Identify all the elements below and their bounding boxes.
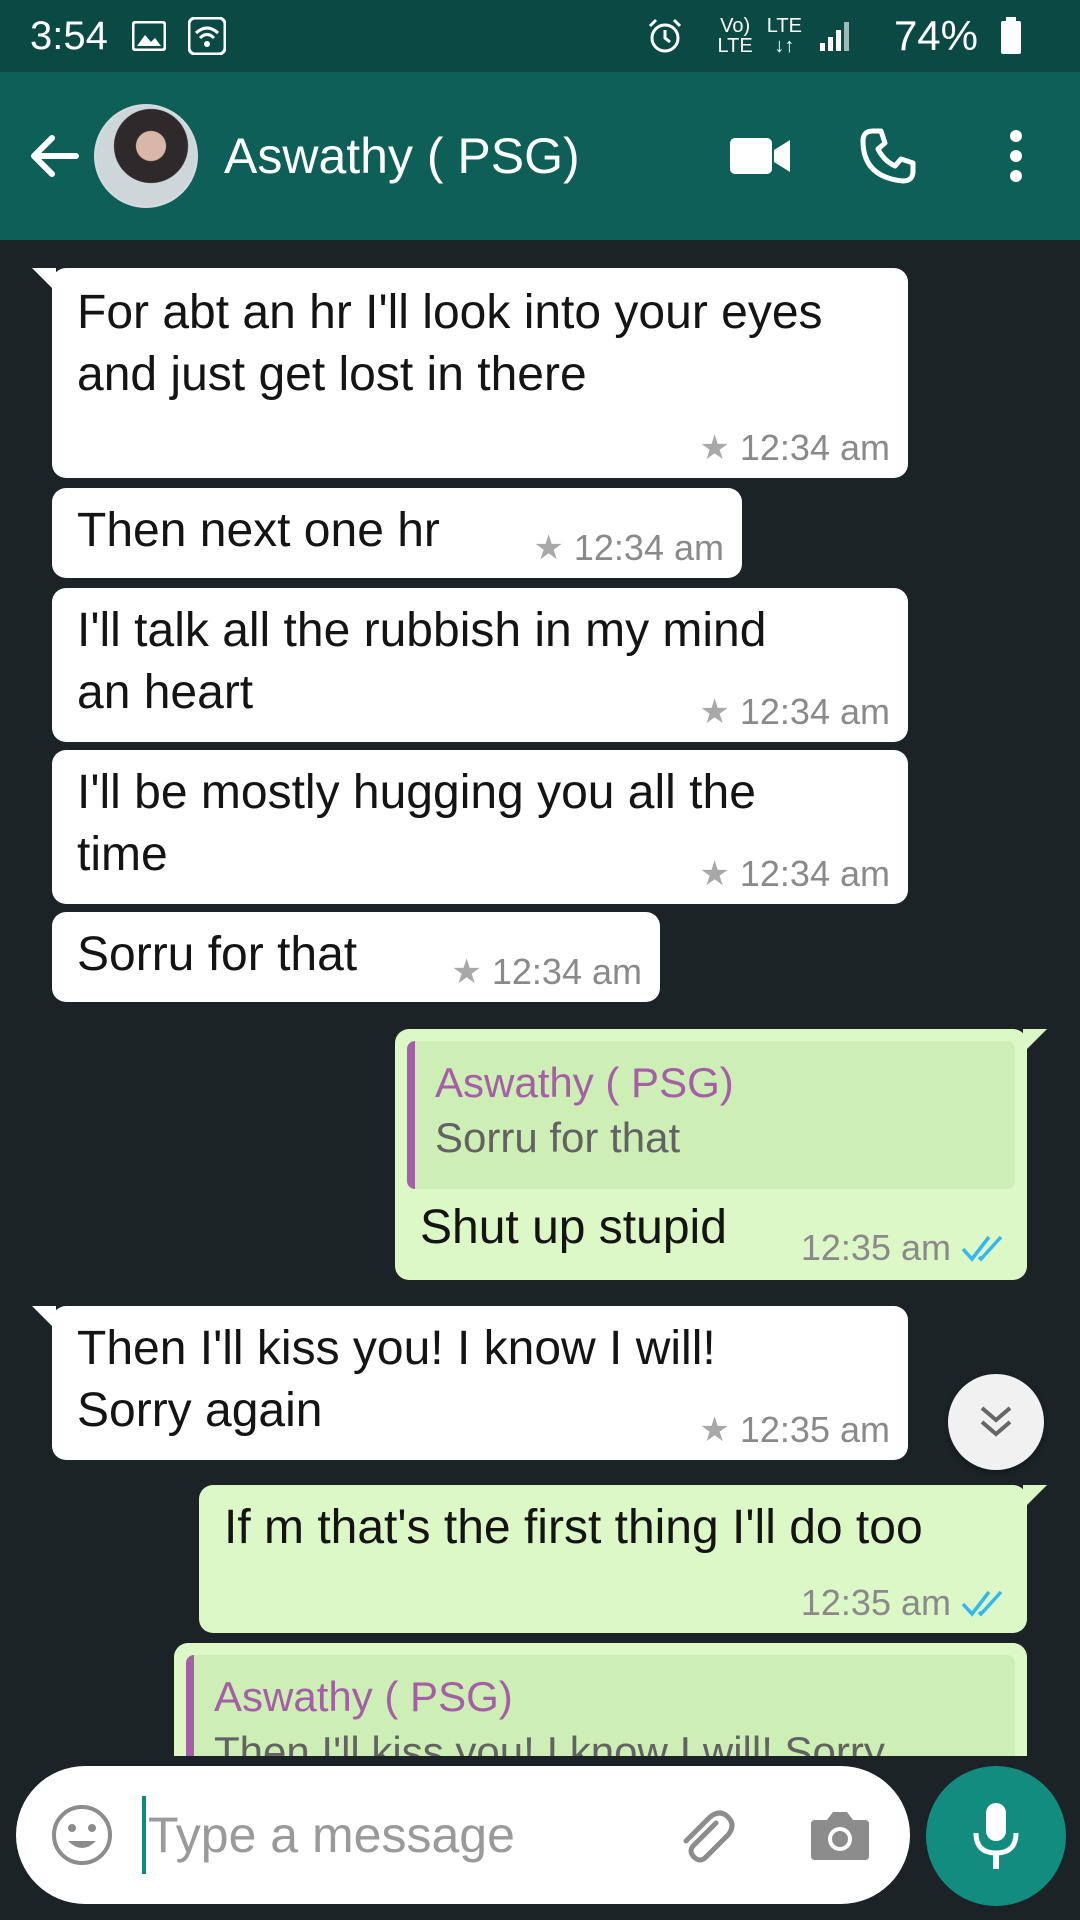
camera-button[interactable]: [804, 1799, 876, 1871]
quoted-text: Then I'll kiss you! I know I will! Sorry: [214, 1728, 885, 1756]
bubble-tail: [32, 268, 56, 292]
star-icon: ★: [451, 953, 482, 991]
quoted-sender: Aswathy ( PSG): [214, 1673, 513, 1720]
attach-button[interactable]: [668, 1799, 740, 1871]
lte-indicator: LTE ↓↑: [767, 16, 802, 56]
contact-avatar[interactable]: [94, 104, 198, 208]
star-icon: ★: [533, 529, 564, 567]
microphone-icon: [973, 1803, 1019, 1869]
emoji-icon: [52, 1805, 112, 1865]
emoji-button[interactable]: [46, 1799, 118, 1871]
outgoing-message[interactable]: Aswathy ( PSG) Sorru for that Shut up st…: [395, 1029, 1047, 1280]
message-time: 12:35 am: [800, 1582, 951, 1623]
message-time: 12:34 am: [739, 691, 890, 732]
double-chevron-down-icon: [980, 1406, 1012, 1437]
message-time: 12:34 am: [491, 951, 642, 992]
message-meta: ★ 12:34 am: [451, 951, 642, 992]
data-arrows-icon: ↓↑: [774, 35, 795, 57]
incoming-message[interactable]: For abt an hr I'll look into your eyes a…: [32, 268, 908, 478]
message-text: For abt an hr I'll look into your eyes a…: [77, 282, 883, 406]
message-line: Then I'll kiss you! I know I will!: [77, 1322, 716, 1375]
chat-screen: 3:54 Vo) LTE LTE ↓↑ 74% Aswathy (PSG) F…: [0, 0, 1080, 1920]
incoming-message[interactable]: Then next one hr ★ 12:34 am: [52, 488, 742, 578]
star-icon: ★: [699, 693, 730, 731]
message-meta: ★ 12:35 am: [699, 1409, 890, 1450]
message-meta: ★ 12:34 am: [699, 691, 890, 732]
text-cursor: [142, 1796, 146, 1874]
battery-percent: 74%: [893, 12, 978, 59]
bubble-tail: [1023, 1029, 1047, 1053]
star-icon: ★: [699, 429, 730, 467]
volte-label-bottom: LTE: [717, 35, 753, 57]
phone-icon: [860, 128, 916, 184]
incoming-message[interactable]: I'll be mostly hugging you all the time …: [52, 750, 908, 904]
message-meta: ★ 12:34 am: [699, 853, 890, 894]
quoted-message[interactable]: Aswathy ( PSG) Then I'll kiss you! I kno…: [186, 1655, 1015, 1756]
message-list[interactable]: For abt an hr I'll look into your eyes a…: [0, 240, 1080, 1756]
volte-indicator: Vo) LTE: [718, 16, 753, 56]
paperclip-icon: [683, 1810, 735, 1863]
gallery-notification-icon: [130, 17, 168, 55]
lte-label: LTE: [766, 15, 802, 37]
status-right-group: Vo) LTE LTE ↓↑ 74%: [646, 12, 1050, 60]
message-meta: 12:35 am: [801, 1585, 1009, 1621]
message-line: For abt an hr I'll look into your eyes: [77, 286, 823, 339]
menu-button[interactable]: [976, 116, 1056, 196]
message-line: I'll be mostly hugging you all the: [77, 766, 756, 819]
message-text: If m that's the first thing I'll do too: [224, 1497, 1002, 1559]
message-meta: 12:35 am: [801, 1230, 1009, 1266]
arrow-left-icon: [31, 135, 79, 177]
battery-icon: [992, 17, 1030, 55]
outgoing-message[interactable]: If m that's the first thing I'll do too …: [199, 1485, 1047, 1633]
contact-name[interactable]: Aswathy ( PSG): [224, 127, 720, 185]
double-check-icon: [961, 1590, 1003, 1617]
message-time: 12:35 am: [739, 1409, 890, 1450]
status-time: 3:54: [30, 13, 108, 58]
incoming-message[interactable]: Then I'll kiss you! I know I will! Sorry…: [32, 1306, 908, 1460]
outgoing-message[interactable]: Aswathy ( PSG) Then I'll kiss you! I kno…: [174, 1643, 1027, 1756]
more-vert-icon: [1010, 130, 1022, 182]
message-time: 12:34 am: [573, 527, 724, 568]
video-call-icon: [730, 138, 790, 174]
status-bar: 3:54 Vo) LTE LTE ↓↑ 74%: [0, 0, 1080, 72]
message-time: 12:34 am: [739, 853, 890, 894]
video-call-button[interactable]: [720, 116, 800, 196]
quoted-sender: Aswathy ( PSG): [435, 1059, 734, 1106]
message-line: I'll talk all the rubbish in my mind: [77, 604, 767, 657]
message-input[interactable]: [148, 1806, 668, 1864]
message-time: 12:34 am: [739, 427, 890, 468]
quoted-text: Sorru for that: [435, 1114, 681, 1161]
signal-icon: [816, 17, 854, 55]
message-line: and just get lost in there: [77, 348, 587, 401]
quoted-message[interactable]: Aswathy ( PSG) Sorru for that: [407, 1041, 1015, 1189]
back-button[interactable]: [18, 120, 90, 192]
message-line: If m that's the first thing I'll do too: [224, 1501, 923, 1554]
bubble-tail: [32, 1306, 56, 1330]
star-icon: ★: [699, 1411, 730, 1449]
message-time: 12:35 am: [800, 1227, 951, 1268]
double-check-icon: [961, 1235, 1003, 1262]
message-meta: ★ 12:34 am: [699, 427, 890, 468]
volte-label-top: Vo): [720, 15, 751, 37]
voice-call-button[interactable]: [848, 116, 928, 196]
star-icon: ★: [699, 855, 730, 893]
wifi-notification-icon: [187, 17, 226, 55]
scroll-to-bottom-button[interactable]: [948, 1374, 1044, 1470]
bubble-tail: [1023, 1485, 1047, 1509]
voice-record-button[interactable]: [926, 1766, 1066, 1906]
incoming-message[interactable]: I'll talk all the rubbish in my mind an …: [52, 588, 908, 742]
chat-header: Aswathy ( PSG): [0, 72, 1080, 240]
alarm-icon: [646, 17, 684, 55]
composer: [16, 1766, 910, 1904]
camera-icon: [811, 1812, 869, 1860]
message-meta: ★ 12:34 am: [533, 527, 724, 568]
incoming-message[interactable]: Sorru for that ★ 12:34 am: [52, 912, 660, 1002]
